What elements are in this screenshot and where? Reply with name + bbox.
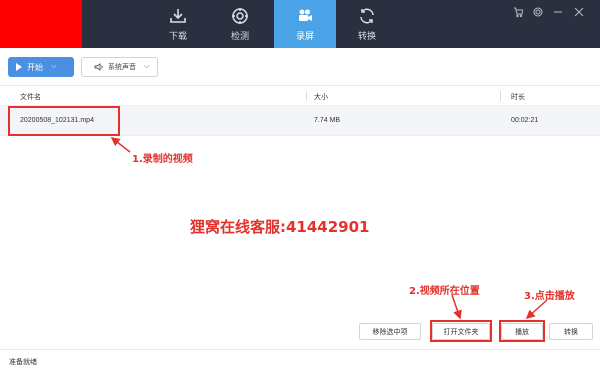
tab-download-label: 下载 — [168, 30, 187, 41]
app-window: 下载 检测 录屏 转换 开始 ⌵ 系统声音 ⌵ 文件名 大小 时长 202005… — [0, 0, 600, 370]
close-icon[interactable] — [572, 6, 586, 18]
video-camera-icon — [296, 7, 314, 25]
table-header: 文件名 大小 时长 — [0, 86, 600, 106]
arrow-to-filename — [110, 137, 131, 153]
tab-record[interactable]: 录屏 — [274, 0, 336, 48]
tab-convert[interactable]: 转换 — [336, 0, 398, 48]
column-header-duration[interactable]: 时长 — [511, 92, 525, 102]
tab-detect-label: 检测 — [230, 30, 249, 41]
annotation-click-play: 3.点击播放 — [524, 291, 575, 302]
open-folder-button[interactable]: 打开文件夹 — [432, 323, 490, 340]
column-divider[interactable] — [500, 91, 501, 101]
tab-record-label: 录屏 — [295, 30, 314, 41]
chevron-down-icon: ⌵ — [144, 63, 150, 70]
arrow-to-open-folder — [451, 294, 462, 320]
annotation-recorded-video: 1.录制的视频 — [132, 154, 193, 165]
start-record-button[interactable]: 开始 ⌵ — [8, 57, 74, 77]
column-header-filename[interactable]: 文件名 — [20, 92, 41, 102]
highlight-box-filename — [8, 106, 120, 136]
watermark-text: 狸窝在线客服:41442901 — [190, 218, 370, 236]
toolbar: 开始 ⌵ 系统声音 ⌵ — [0, 48, 600, 86]
status-bar: 准备就绪 — [0, 349, 600, 370]
cell-size: 7.74 MB — [314, 117, 341, 124]
speaker-icon — [94, 63, 103, 71]
settings-icon[interactable] — [531, 6, 545, 18]
detect-icon — [231, 7, 249, 25]
play-button[interactable]: 播放 — [501, 323, 543, 340]
top-nav-bar: 下载 检测 录屏 转换 — [0, 0, 600, 48]
column-header-size[interactable]: 大小 — [314, 92, 328, 102]
convert-icon — [358, 7, 376, 25]
tab-convert-label: 转换 — [357, 30, 376, 41]
audio-label: 系统声音 — [108, 64, 136, 71]
tab-detect[interactable]: 检测 — [209, 0, 271, 48]
remove-selected-button[interactable]: 移除选中项 — [359, 323, 421, 340]
app-logo — [0, 0, 82, 48]
column-divider[interactable] — [306, 91, 307, 101]
annotation-video-location: 2.视频所在位置 — [409, 286, 480, 297]
status-text: 准备就绪 — [9, 359, 37, 366]
start-label: 开始 — [27, 62, 43, 72]
play-icon — [16, 63, 22, 71]
cell-duration: 00:02:21 — [511, 117, 539, 124]
system-audio-dropdown[interactable]: 系统声音 ⌵ — [81, 57, 158, 77]
chevron-down-icon: ⌵ — [51, 63, 57, 70]
tab-download[interactable]: 下载 — [147, 0, 209, 48]
arrow-to-play — [525, 299, 548, 320]
convert-button[interactable]: 转换 — [549, 323, 593, 340]
minimize-icon[interactable] — [551, 6, 565, 18]
cart-icon[interactable] — [511, 6, 525, 18]
download-icon — [169, 7, 187, 25]
